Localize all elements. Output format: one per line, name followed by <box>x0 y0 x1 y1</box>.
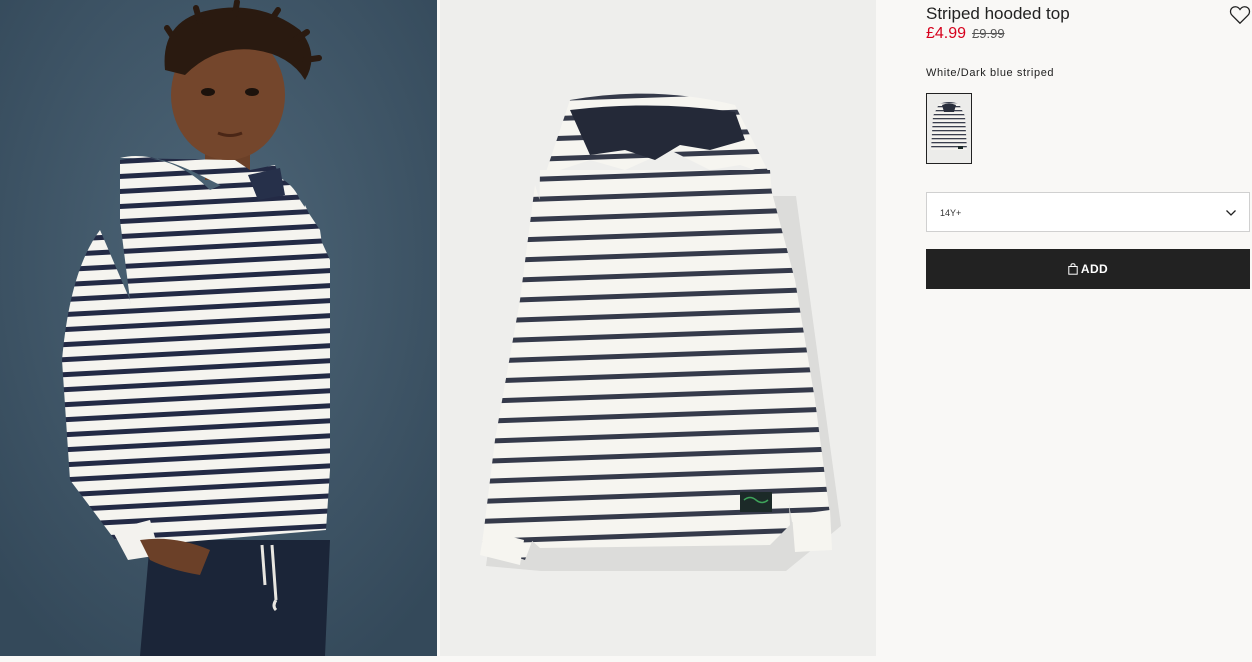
product-photo <box>440 0 876 656</box>
model-product-image[interactable] <box>0 0 437 656</box>
product-flatlay-image[interactable] <box>440 0 876 656</box>
original-price: £9.99 <box>972 26 1005 41</box>
heart-icon[interactable] <box>1229 4 1251 26</box>
shopping-bag-icon <box>1068 263 1078 275</box>
sale-price: £4.99 <box>926 25 967 42</box>
model-photo <box>0 0 437 656</box>
swatch-thumbnail <box>927 94 971 163</box>
add-to-bag-button[interactable]: ADD <box>926 249 1250 289</box>
color-name: White/Dark blue striped <box>926 67 1055 79</box>
size-select-value: 14Y+ <box>940 208 962 218</box>
add-button-label: ADD <box>1080 262 1109 276</box>
product-title: Striped hooded top <box>926 4 1070 23</box>
price-row: £4.99 £9.99 <box>926 25 1005 43</box>
color-swatch[interactable] <box>926 93 972 164</box>
product-info-panel: Striped hooded top £4.99 £9.99 White/Dark… <box>926 0 1252 662</box>
chevron-down-icon <box>1225 206 1237 218</box>
size-select[interactable]: 14Y+ <box>926 192 1250 232</box>
